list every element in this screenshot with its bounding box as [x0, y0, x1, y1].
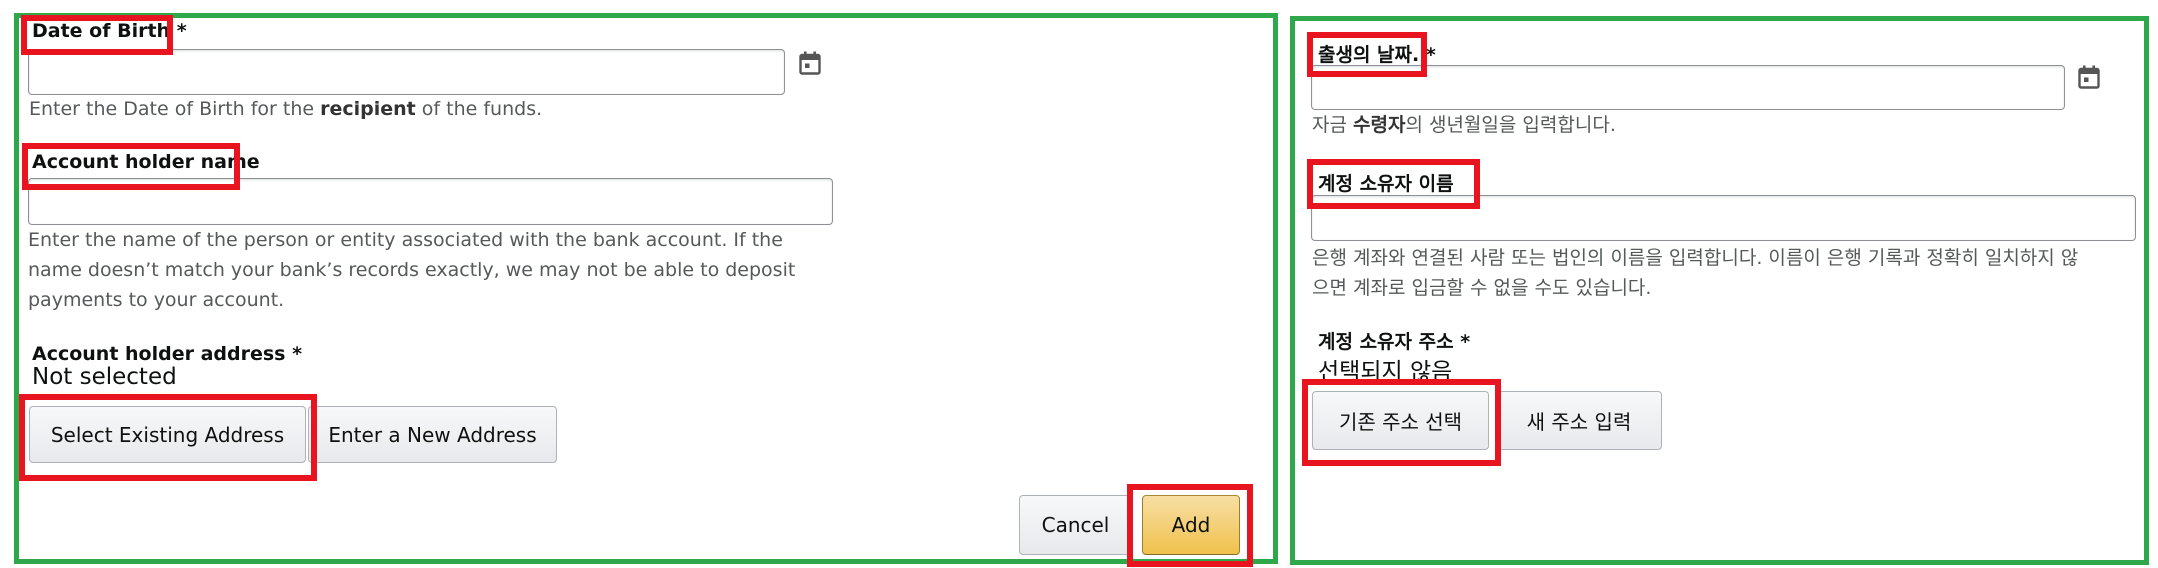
address-selection-status: 선택되지 않음 [1318, 359, 1453, 385]
calendar-icon[interactable] [2078, 65, 2100, 89]
select-existing-address-button[interactable]: Select Existing Address [29, 406, 306, 463]
enter-new-address-button[interactable]: 새 주소 입력 [1496, 391, 1662, 450]
account-holder-name-input[interactable] [28, 178, 833, 225]
account-holder-name-input[interactable] [1311, 195, 2136, 241]
account-holder-address-label: 계정 소유자 주소 * [1318, 331, 1471, 353]
dob-input[interactable] [1311, 65, 2065, 110]
calendar-icon[interactable] [799, 51, 821, 75]
dob-label: Date of Birth * [32, 20, 187, 42]
dob-label: 출생의 날짜. * [1318, 44, 1436, 66]
cancel-button[interactable]: Cancel [1019, 495, 1132, 555]
account-holder-name-help-text: 은행 계좌와 연결된 사람 또는 법인의 이름을 입력합니다. 이름이 은행 기… [1312, 247, 2079, 299]
english-form-panel: Date of Birth * Enter the Date of Birth … [14, 13, 1278, 567]
dob-help-text: 자금 수령자의 생년월일을 입력합니다. [1312, 114, 1616, 136]
enter-new-address-button[interactable]: Enter a New Address [308, 406, 557, 463]
address-selection-status: Not selected [32, 364, 177, 390]
dob-input[interactable] [28, 49, 785, 95]
korean-form-panel: 출생의 날짜. * 자금 수령자의 생년월일을 입력합니다. 계정 소유자 이름… [1290, 16, 2149, 565]
add-button[interactable]: Add [1142, 495, 1240, 555]
account-holder-name-label: Account holder name [32, 151, 260, 173]
account-holder-name-help-text: Enter the name of the person or entity a… [28, 229, 796, 311]
dob-help-text: Enter the Date of Birth for the recipien… [29, 98, 543, 120]
account-holder-address-label: Account holder address * [32, 343, 303, 365]
select-existing-address-button[interactable]: 기존 주소 선택 [1312, 391, 1489, 450]
account-holder-name-label: 계정 소유자 이름 [1318, 173, 1454, 195]
